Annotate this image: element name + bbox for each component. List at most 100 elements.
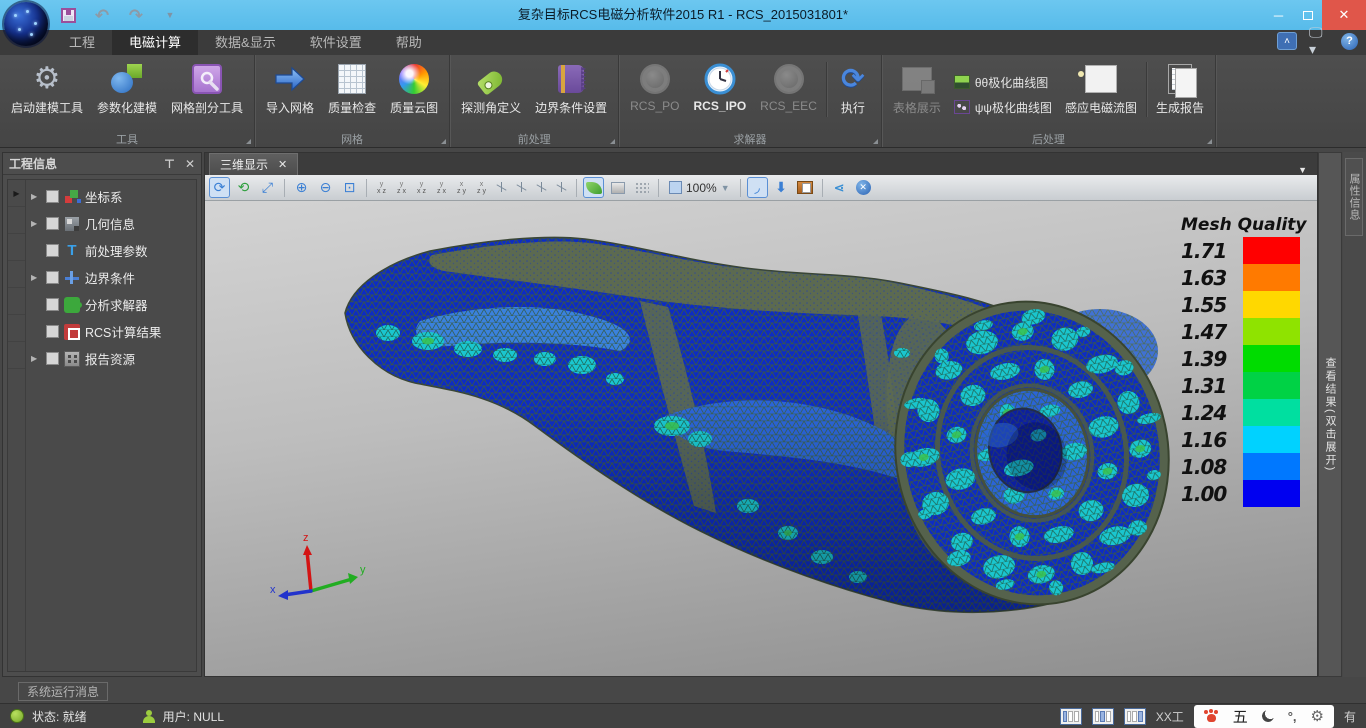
tab-3d-display[interactable]: 三维显示 ✕ [209,153,298,175]
tree-item-preprocess-params[interactable]: T 前处理参数 [27,237,196,264]
group-expand-icon[interactable] [873,139,878,144]
tree-item-coordinate-system[interactable]: ▶ 坐标系 [27,183,196,210]
boundary-condition-settings-button[interactable]: 边界条件设置 [528,58,614,131]
help-icon[interactable]: ? [1341,33,1358,50]
save-button[interactable] [58,5,78,25]
view-orientation-button[interactable]: yz x [433,178,450,197]
parametric-modeling-button[interactable]: 参数化建模 [90,58,164,131]
checkbox[interactable] [46,352,59,365]
checkbox[interactable] [46,271,59,284]
3d-canvas[interactable]: z y x Mesh Quality 1.71 1.63 1.55 1.47 1… [205,201,1317,676]
view-results-collapsed-tab[interactable]: 查看结果(双击展开) [1318,152,1342,677]
checkbox[interactable] [46,325,59,338]
zoom-level-select[interactable]: 100% ▼ [665,181,734,195]
checkbox[interactable] [46,244,59,257]
tab-em-computation[interactable]: 电磁计算 [112,30,198,55]
delete-view-button[interactable]: ✕ [853,177,874,198]
tab-software-settings[interactable]: 软件设置 [293,30,379,55]
group-label-mesh: 网格 [255,131,449,146]
ime-wubi-mode[interactable]: 五 [1233,706,1248,727]
rotate-view-button[interactable]: ⟳ [209,177,230,198]
isometric-view-button[interactable] [533,178,550,197]
undo-button[interactable]: ↶ [92,5,112,25]
generate-report-button[interactable]: 生成报告 [1149,58,1211,131]
expander-icon[interactable]: ▶ [31,192,41,201]
wireframe-button[interactable] [631,177,652,198]
group-expand-icon[interactable] [1207,139,1212,144]
view-orientation-button[interactable]: yz x [393,178,410,197]
user-label: 用户: NULL [163,708,224,725]
tree-item-report-resources[interactable]: ▶ 报告资源 [27,345,196,372]
tree-item-rcs-results[interactable]: RCS计算结果 [27,318,196,345]
sphere-cube-icon [110,62,144,96]
collapse-ribbon-button[interactable]: ˄ [1277,32,1297,50]
checkbox[interactable] [46,190,59,203]
checkbox[interactable] [46,298,59,311]
psi-polarization-curve-button[interactable]: ψψ极化曲线图 [954,99,1052,116]
tree-item-geometry-info[interactable]: ▶ 几何信息 [27,210,196,237]
share-button[interactable]: ⋖ [829,177,850,198]
zoom-in-button[interactable]: ⊕ [291,177,312,198]
wrench-icon [192,64,222,94]
layout-right-button[interactable] [1124,708,1146,725]
ime-halfwidth-icon[interactable] [1262,710,1274,722]
pan-view-button[interactable]: ⤢ [257,177,278,198]
view-orientation-button[interactable]: xz y [473,178,490,197]
ime-toolbar[interactable]: 五 °, ⚙ [1194,705,1334,728]
execute-button[interactable]: ⟳ 执行 [829,58,877,131]
layout-left-button[interactable] [1060,708,1082,725]
view-orientation-button[interactable]: yx z [413,178,430,197]
smooth-shading-button[interactable] [583,177,604,198]
zoom-fit-button[interactable]: ⊡ [339,177,360,198]
redo-button[interactable]: ↷ [126,5,146,25]
view-orientation-button[interactable]: yx z [373,178,390,197]
group-expand-icon[interactable] [441,139,446,144]
scene-manager-button[interactable] [795,177,816,198]
launch-modeling-tool-button[interactable]: ⚙ 启动建模工具 [4,58,90,131]
tab-project[interactable]: 工程 [52,30,112,55]
probe-angle-define-button[interactable]: 探测角定义 [454,58,528,131]
undo-icon: ↶ [95,7,109,24]
view-orientation-button[interactable]: xz y [453,178,470,197]
tree-item-boundary-condition[interactable]: ▶ 边界条件 [27,264,196,291]
zoom-out-button[interactable]: ⊖ [315,177,336,198]
ime-punctuation-toggle[interactable]: °, [1288,709,1297,724]
mesh-partition-tool-button[interactable]: 网格剖分工具 [164,58,250,131]
rcs-ipo-button[interactable]: RCS_IPO [686,58,753,131]
chevron-down-icon[interactable]: ▼ [1298,161,1317,175]
isometric-view-button[interactable] [493,178,510,197]
ribbon-group-postprocess: 表格展示 θθ极化曲线图 ψψ极化曲线图 感应电磁流图 生成报告 后处理 [882,55,1216,147]
tab-data-display[interactable]: 数据&显示 [198,30,293,55]
curve-select-button[interactable]: ◞ [747,177,768,198]
close-icon[interactable]: ✕ [185,157,195,171]
minimize-button[interactable]: ─ [1264,0,1293,30]
layout-center-button[interactable] [1092,708,1114,725]
group-expand-icon[interactable] [246,139,251,144]
import-mesh-button[interactable]: 导入网格 [259,58,321,131]
ribbon-group-mesh: 导入网格 质量检查 质量云图 网格 [255,55,450,147]
app-logo[interactable] [4,2,48,46]
theta-polarization-curve-button[interactable]: θθ极化曲线图 [954,74,1052,91]
spin-view-button[interactable]: ⟲ [233,177,254,198]
ime-settings-icon[interactable]: ⚙ [1311,707,1324,725]
ime-logo-icon[interactable] [1204,710,1219,723]
group-expand-icon[interactable] [610,139,615,144]
isometric-view-button[interactable] [553,178,570,197]
expander-icon[interactable]: ▶ [31,354,41,363]
checkbox[interactable] [46,217,59,230]
flat-shading-button[interactable] [607,177,628,198]
system-messages-tab[interactable]: 系统运行消息 [18,682,108,701]
tab-help[interactable]: 帮助 [379,30,439,55]
drop-marker-button[interactable]: ⬇ [771,177,792,198]
properties-collapsed-tab[interactable]: 属性信息 [1345,158,1363,236]
isometric-view-button[interactable] [513,178,530,197]
close-icon[interactable]: ✕ [278,158,287,171]
expander-icon[interactable]: ▶ [31,219,41,228]
pin-icon[interactable]: ⊤ [164,157,175,171]
quality-cloud-map-button[interactable]: 质量云图 [383,58,445,131]
tree-item-analysis-solver[interactable]: 分析求解器 [27,291,196,318]
expander-icon[interactable]: ▶ [31,273,41,282]
quality-check-button[interactable]: 质量检查 [321,58,383,131]
display-style-button[interactable]: 🖵 ▾ [1309,32,1329,50]
induced-current-map-button[interactable]: 感应电磁流图 [1058,58,1144,131]
